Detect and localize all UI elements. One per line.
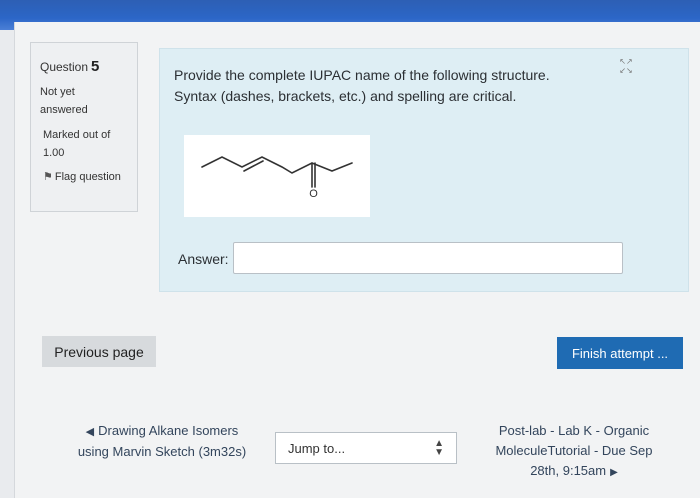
previous-activity-label: Drawing Alkane Isomers using Marvin Sket…	[77, 423, 247, 459]
flag-question-label: Flag question	[54, 171, 121, 183]
question-status: Not yet answered	[40, 86, 88, 116]
jump-to-label: Jump to...	[288, 441, 346, 456]
triangle-left-icon: ◀	[85, 426, 95, 438]
question-number-label: Question 5	[40, 58, 99, 75]
expand-icon[interactable]: ↖↗ ↙↘	[615, 57, 637, 79]
previous-page-button[interactable]: Previous page	[42, 336, 156, 367]
question-content-panel: Provide the complete IUPAC name of the f…	[159, 48, 689, 292]
select-arrows-icon: ▲ ▼	[434, 438, 444, 458]
triangle-right-icon: ▶	[610, 467, 618, 478]
question-text: Provide the complete IUPAC name of the f…	[174, 67, 550, 104]
jump-to-select[interactable]: Jump to... ▲ ▼	[275, 432, 457, 464]
question-label: Question	[40, 60, 89, 74]
question-number: 5	[91, 58, 100, 75]
answer-label: Answer:	[178, 251, 229, 267]
previous-activity-link[interactable]: ◀ Drawing Alkane Isomers using Marvin Ske…	[74, 421, 250, 462]
next-activity-link[interactable]: Post-lab - Lab K - Organic MoleculeTutor…	[482, 421, 666, 483]
question-info-panel: Question 5 Not yet answered Marked out of…	[30, 42, 138, 212]
flag-icon: ⚑	[43, 171, 53, 183]
question-marks: Marked out of 1.00	[43, 129, 111, 159]
answer-input[interactable]	[233, 242, 623, 274]
oxygen-atom-label: O	[309, 188, 318, 200]
next-activity-label: Post-lab - Lab K - Organic MoleculeTutor…	[495, 423, 653, 478]
skeletal-structure-drawing: O	[201, 156, 353, 200]
finish-attempt-button[interactable]: Finish attempt ...	[557, 337, 683, 369]
flag-question-link[interactable]: ⚑ Flag question	[43, 169, 133, 186]
structure-image: O	[184, 135, 370, 217]
